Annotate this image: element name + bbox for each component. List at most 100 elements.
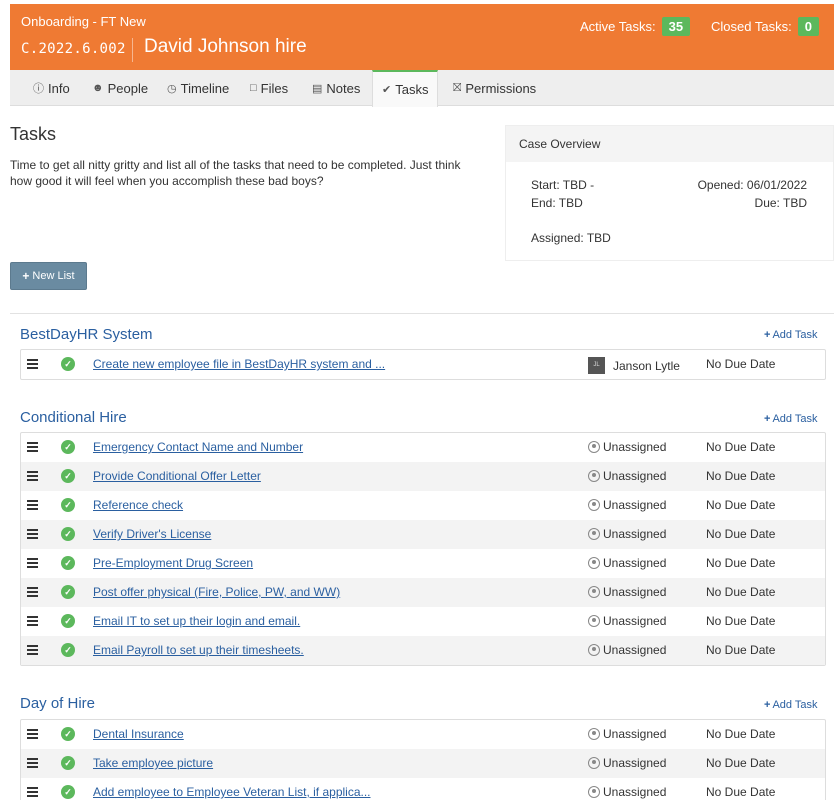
- check-circle-icon[interactable]: ✓: [61, 585, 75, 599]
- plus-icon: +: [764, 699, 771, 711]
- check-circle-icon[interactable]: ✓: [61, 756, 75, 770]
- task-due-date[interactable]: No Due Date: [706, 643, 775, 657]
- task-due-date[interactable]: No Due Date: [706, 498, 775, 512]
- drag-handle-icon[interactable]: [27, 787, 38, 797]
- task-link[interactable]: Dental Insurance: [93, 727, 184, 741]
- user-icon: [588, 499, 600, 511]
- task-link[interactable]: Post offer physical (Fire, Police, PW, a…: [93, 585, 340, 599]
- task-link[interactable]: Take employee picture: [93, 756, 213, 770]
- table-row: ✓ Take employee picture Unassigned No Du…: [21, 749, 825, 778]
- tab-files[interactable]: □ Files: [250, 70, 288, 106]
- assignee-name: Unassigned: [603, 469, 667, 483]
- user-icon: [588, 557, 600, 569]
- task-assignee[interactable]: Unassigned: [588, 527, 666, 541]
- task-assignee[interactable]: Unassigned: [588, 643, 666, 657]
- task-assignee[interactable]: Unassigned: [588, 469, 666, 483]
- task-due-date[interactable]: No Due Date: [706, 785, 775, 799]
- add-task-button[interactable]: + Add Task: [764, 699, 818, 711]
- task-link[interactable]: Pre-Employment Drug Screen: [93, 556, 253, 570]
- tab-tasks[interactable]: ✔ Tasks: [372, 70, 439, 107]
- tab-timeline[interactable]: ◷ Timeline: [167, 70, 229, 106]
- task-due-date[interactable]: No Due Date: [706, 527, 775, 541]
- overview-opened: Opened: 06/01/2022: [697, 178, 807, 192]
- task-link[interactable]: Email IT to set up their login and email…: [93, 614, 300, 628]
- drag-handle-icon[interactable]: [27, 645, 38, 655]
- drag-handle-icon[interactable]: [27, 758, 38, 768]
- check-circle-icon[interactable]: ✓: [61, 498, 75, 512]
- drag-handle-icon[interactable]: [27, 442, 38, 452]
- add-task-label: Add Task: [772, 329, 818, 341]
- check-circle-icon[interactable]: ✓: [61, 727, 75, 741]
- user-icon: [588, 615, 600, 627]
- task-due-date[interactable]: No Due Date: [706, 357, 775, 371]
- task-assignee[interactable]: Unassigned: [588, 727, 666, 741]
- task-assignee[interactable]: Unassigned: [588, 440, 666, 454]
- user-icon: [588, 728, 600, 740]
- user-icon: [588, 528, 600, 540]
- table-row: ✓ Create new employee file in BestDayHR …: [21, 350, 825, 379]
- clock-icon: ◷: [167, 82, 177, 95]
- tab-label: Files: [260, 80, 289, 96]
- tab-people[interactable]: ☻ People: [92, 70, 148, 106]
- check-circle-icon[interactable]: ✓: [61, 643, 75, 657]
- user-icon: [588, 786, 600, 798]
- plus-icon: +: [22, 269, 30, 283]
- task-due-date[interactable]: No Due Date: [706, 469, 775, 483]
- drag-handle-icon[interactable]: [27, 500, 38, 510]
- overview-due: Due: TBD: [754, 196, 807, 210]
- task-due-date[interactable]: No Due Date: [706, 556, 775, 570]
- drag-handle-icon[interactable]: [27, 587, 38, 597]
- drag-handle-icon[interactable]: [27, 729, 38, 739]
- task-link[interactable]: Email Payroll to set up their timesheets…: [93, 643, 304, 657]
- table-row: ✓ Verify Driver's License Unassigned No …: [21, 520, 825, 549]
- user-icon: [588, 586, 600, 598]
- assignee-name: Unassigned: [603, 556, 667, 570]
- add-task-button[interactable]: + Add Task: [764, 329, 818, 341]
- check-circle-icon[interactable]: ✓: [61, 556, 75, 570]
- task-due-date[interactable]: No Due Date: [706, 614, 775, 628]
- table-row: ✓ Provide Conditional Offer Letter Unass…: [21, 462, 825, 491]
- check-circle-icon[interactable]: ✓: [61, 785, 75, 799]
- task-link[interactable]: Create new employee file in BestDayHR sy…: [93, 357, 385, 371]
- drag-handle-icon[interactable]: [27, 359, 38, 369]
- task-assignee[interactable]: Unassigned: [588, 785, 666, 799]
- drag-handle-icon[interactable]: [27, 616, 38, 626]
- plus-icon: +: [764, 329, 771, 341]
- check-circle-icon[interactable]: ✓: [61, 440, 75, 454]
- tab-notes[interactable]: ▤ Notes: [312, 70, 360, 106]
- task-assignee[interactable]: JL Janson Lytle: [588, 357, 680, 374]
- add-task-button[interactable]: + Add Task: [764, 413, 818, 425]
- task-assignee[interactable]: Unassigned: [588, 498, 666, 512]
- task-link[interactable]: Verify Driver's License: [93, 527, 211, 541]
- task-assignee[interactable]: Unassigned: [588, 614, 666, 628]
- table-row: ✓ Pre-Employment Drug Screen Unassigned …: [21, 549, 825, 578]
- user-icon: [588, 757, 600, 769]
- tab-label: Timeline: [180, 80, 230, 96]
- task-assignee[interactable]: Unassigned: [588, 585, 666, 599]
- task-due-date[interactable]: No Due Date: [706, 440, 775, 454]
- drag-handle-icon[interactable]: [27, 471, 38, 481]
- task-assignee[interactable]: Unassigned: [588, 756, 666, 770]
- task-due-date[interactable]: No Due Date: [706, 585, 775, 599]
- user-icon: [588, 441, 600, 453]
- check-circle-icon[interactable]: ✓: [61, 614, 75, 628]
- tab-permissions[interactable]: ⛝ Permissions: [453, 70, 536, 106]
- new-list-button[interactable]: + New List: [10, 262, 87, 290]
- task-link[interactable]: Provide Conditional Offer Letter: [93, 469, 261, 483]
- task-due-date[interactable]: No Due Date: [706, 727, 775, 741]
- task-link[interactable]: Emergency Contact Name and Number: [93, 440, 303, 454]
- task-link[interactable]: Reference check: [93, 498, 183, 512]
- case-number: C.2022.6.002: [21, 41, 126, 57]
- table-row: ✓ Dental Insurance Unassigned No Due Dat…: [21, 720, 825, 749]
- drag-handle-icon[interactable]: [27, 558, 38, 568]
- task-assignee[interactable]: Unassigned: [588, 556, 666, 570]
- check-circle-icon[interactable]: ✓: [61, 527, 75, 541]
- overview-end: End: TBD: [531, 196, 583, 210]
- tab-label: Info: [48, 80, 70, 96]
- check-circle-icon[interactable]: ✓: [61, 357, 75, 371]
- drag-handle-icon[interactable]: [27, 529, 38, 539]
- task-link[interactable]: Add employee to Employee Veteran List, i…: [93, 785, 371, 799]
- check-circle-icon[interactable]: ✓: [61, 469, 75, 483]
- task-due-date[interactable]: No Due Date: [706, 756, 775, 770]
- tab-info[interactable]: ⓘ Info: [33, 70, 70, 106]
